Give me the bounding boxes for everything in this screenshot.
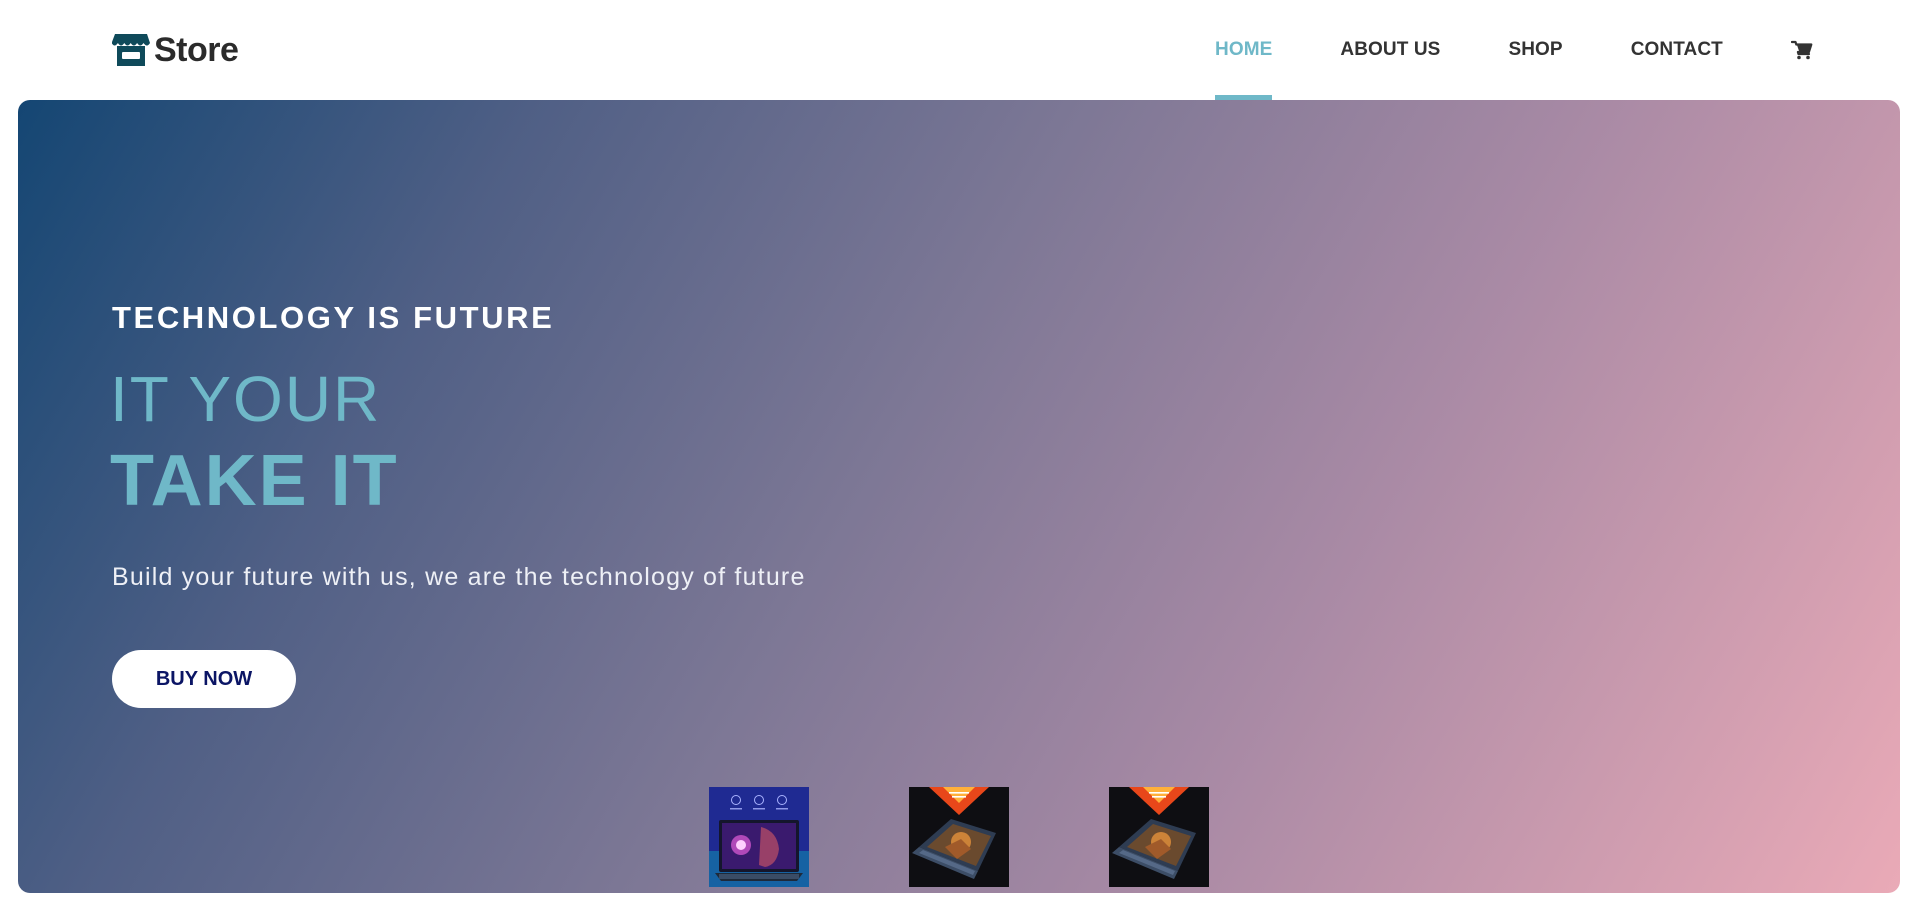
laptop-image (709, 787, 809, 887)
nav-about-us[interactable]: ABOUT US (1340, 0, 1440, 100)
nav-shop-label: SHOP (1508, 39, 1563, 60)
laptop-thumbnail-3[interactable] (1109, 787, 1209, 887)
hero-description: Build your future with us, we are the te… (112, 563, 806, 591)
storefront-icon (112, 34, 150, 66)
nav-about-us-label: ABOUT US (1340, 39, 1441, 60)
nav-shop[interactable]: SHOP (1508, 0, 1562, 100)
cart-button[interactable] (1790, 0, 1813, 100)
logo[interactable]: Store (112, 30, 239, 70)
hero-banner: TECHNOLOGY IS FUTURE IT YOUR TAKE IT Bui… (18, 100, 1900, 893)
laptop-image (1109, 787, 1209, 887)
hero-tagline: TECHNOLOGY IS FUTURE (112, 300, 555, 335)
hero-headline-line1: IT YOUR (110, 363, 382, 435)
laptop-image (909, 787, 1009, 887)
nav-contact[interactable]: CONTACT (1631, 0, 1723, 100)
laptop-thumbnail-1[interactable] (709, 787, 809, 887)
cart-icon (1790, 40, 1813, 60)
nav-home[interactable]: HOME (1215, 0, 1273, 100)
nav-home-label: HOME (1215, 39, 1273, 60)
logo-text: Store (154, 31, 239, 69)
site-header: Store HOME ABOUT US SHOP CONTACT (0, 0, 1918, 100)
buy-now-button[interactable]: BUY NOW (112, 650, 296, 708)
main-nav: HOME ABOUT US SHOP CONTACT (1215, 0, 1813, 100)
hero-headline-line2: TAKE IT (110, 441, 399, 521)
nav-contact-label: CONTACT (1630, 39, 1723, 60)
laptop-thumbnail-2[interactable] (909, 787, 1009, 887)
